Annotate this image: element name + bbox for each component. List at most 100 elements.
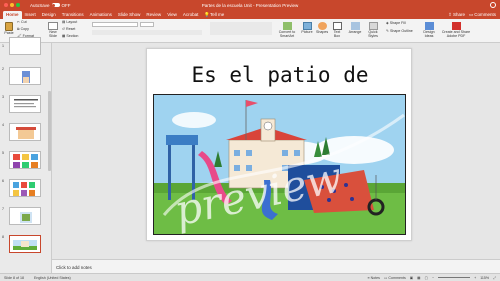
design-ideas-button[interactable]: Design Ideas	[421, 22, 437, 39]
zoom-out-button[interactable]: −	[432, 276, 434, 280]
shapes-icon	[317, 22, 327, 30]
maximize-window-button[interactable]	[16, 3, 20, 7]
slide-sorter-icon[interactable]: ▦	[417, 276, 420, 280]
close-window-button[interactable]	[4, 3, 8, 7]
slide-thumbnail-1[interactable]	[9, 37, 41, 55]
tab-acrobat[interactable]: Acrobat	[180, 11, 202, 19]
copy-icon: ⧉	[17, 27, 20, 31]
picture-button[interactable]: Picture	[301, 22, 313, 35]
reset-label: Reset	[66, 27, 76, 31]
arrange-icon	[350, 22, 360, 30]
copy-button[interactable]: ⧉ Copy	[17, 27, 29, 32]
section-button[interactable]: ▦ Section	[62, 34, 78, 39]
tab-view[interactable]: View	[164, 11, 180, 19]
shapes-button[interactable]: Shapes	[316, 22, 328, 35]
watermark-text: preview	[170, 152, 346, 235]
comment-icon: ▭	[468, 11, 474, 17]
tab-design[interactable]: Design	[39, 11, 59, 19]
share-button[interactable]: ⇪ Share	[448, 12, 465, 18]
section-icon: ▦	[62, 34, 66, 38]
slide-thumbnail-2[interactable]	[9, 67, 41, 85]
paste-label: Paste	[4, 31, 14, 35]
layout-icon: ▤	[62, 20, 66, 24]
new-slide-label: New Slide	[49, 30, 57, 38]
tab-insert[interactable]: Insert	[22, 11, 39, 19]
layout-button[interactable]: ▤ Layout	[62, 20, 78, 25]
thumbnail-image	[14, 99, 38, 108]
status-bar: Slide 8 of 18 English (United States) ≡ …	[0, 273, 500, 281]
fit-slide-icon[interactable]: ⤢	[493, 276, 496, 280]
thumbnail-image	[22, 71, 30, 83]
paragraph-row[interactable]	[210, 22, 272, 35]
cut-label: Cut	[21, 20, 27, 24]
playground-illustration[interactable]: preview	[153, 94, 406, 235]
slide-number: 2	[2, 67, 4, 71]
text-box-button[interactable]: Text Box	[331, 22, 343, 39]
minimize-window-button[interactable]	[10, 3, 14, 7]
slide-thumbnail-4[interactable]	[9, 123, 41, 141]
slide-thumbnail-5[interactable]	[9, 151, 41, 169]
tab-transitions[interactable]: Transitions	[59, 11, 87, 19]
account-icon[interactable]	[490, 2, 496, 8]
paste-button[interactable]: Paste	[3, 22, 15, 36]
new-slide-icon	[48, 22, 58, 30]
shape-fill-button[interactable]: ◈ Shape Fill	[386, 21, 406, 26]
autosave-toggle[interactable]	[51, 3, 60, 7]
zoom-level[interactable]: 115%	[480, 276, 489, 280]
normal-view-icon[interactable]: ▣	[410, 276, 413, 280]
comments-button[interactable]: ▭ Comments	[469, 12, 496, 18]
tab-animations[interactable]: Animations	[87, 11, 115, 19]
reading-view-icon[interactable]: ▢	[425, 276, 428, 280]
slide-thumbnails-pane[interactable]: 1 2 3 4 5 6 7 8	[0, 37, 52, 273]
create-share-pdf-button[interactable]: Create and Share Adobe PDF	[440, 22, 472, 39]
tab-tell-me[interactable]: 💡Tell me	[201, 11, 227, 19]
current-slide[interactable]: Es el patio de recreo.	[146, 48, 412, 241]
thumbnail-image	[13, 154, 38, 168]
text-box-icon	[332, 22, 342, 30]
tab-review[interactable]: Review	[143, 11, 164, 19]
slide-thumbnail-6[interactable]	[9, 179, 41, 197]
smartart-icon	[282, 22, 292, 30]
arrange-label: Arrange	[348, 30, 362, 34]
ribbon-tabs: Home Insert Design Transitions Animation…	[0, 10, 500, 19]
slide-number: 5	[2, 151, 4, 155]
slide-thumbnail-8[interactable]	[9, 235, 41, 253]
quick-styles-label: Quick Styles	[368, 30, 378, 38]
comments-toggle[interactable]: ▭ Comments	[384, 276, 406, 280]
scissors-icon: ✂	[17, 20, 21, 24]
zoom-in-button[interactable]: +	[474, 276, 476, 280]
reset-button[interactable]: ↺ Reset	[62, 27, 76, 32]
slide-thumbnail-7[interactable]	[9, 207, 41, 225]
share-label: Share	[452, 12, 465, 17]
cut-button[interactable]: ✂ Cut	[17, 20, 27, 25]
thumbnail-image	[13, 182, 35, 196]
notes-pane[interactable]: Click to add notes	[52, 259, 500, 273]
convert-smartart-button[interactable]: Convert to SmartArt	[278, 22, 296, 39]
font-format-row[interactable]	[92, 30, 202, 35]
font-name-box[interactable]	[92, 22, 138, 27]
zoom-slider[interactable]	[438, 277, 471, 278]
arrange-button[interactable]: Arrange	[348, 22, 362, 35]
title-bar: AutoSave OFF Partes de la escuela Unit -…	[0, 0, 500, 10]
reset-icon: ↺	[62, 27, 66, 31]
slide-thumbnail-3[interactable]	[9, 95, 41, 113]
design-ideas-icon	[424, 22, 434, 30]
shape-outline-button[interactable]: ✎ Shape Outline	[386, 29, 413, 34]
convert-smartart-label: Convert to SmartArt	[278, 30, 296, 38]
slide-info: Slide 8 of 18	[4, 275, 24, 280]
tab-slide-show[interactable]: Slide Show	[115, 11, 144, 19]
font-size-box[interactable]	[140, 22, 154, 27]
new-slide-button[interactable]: New Slide	[46, 22, 60, 39]
notes-toggle[interactable]: ≡ Notes	[367, 276, 380, 280]
quick-styles-button[interactable]: Quick Styles	[366, 22, 380, 39]
layout-label: Layout	[66, 20, 78, 24]
preview-watermark: preview	[162, 113, 405, 235]
shapes-label: Shapes	[316, 30, 329, 34]
language-indicator[interactable]: English (United States)	[34, 276, 71, 280]
slide-number: 8	[2, 235, 4, 239]
quick-styles-icon	[368, 22, 378, 30]
thumbnail-scrollbar[interactable]	[48, 91, 51, 171]
autosave-control[interactable]: AutoSave OFF	[30, 3, 71, 8]
autosave-state: OFF	[61, 2, 71, 8]
tab-home[interactable]: Home	[3, 11, 22, 19]
